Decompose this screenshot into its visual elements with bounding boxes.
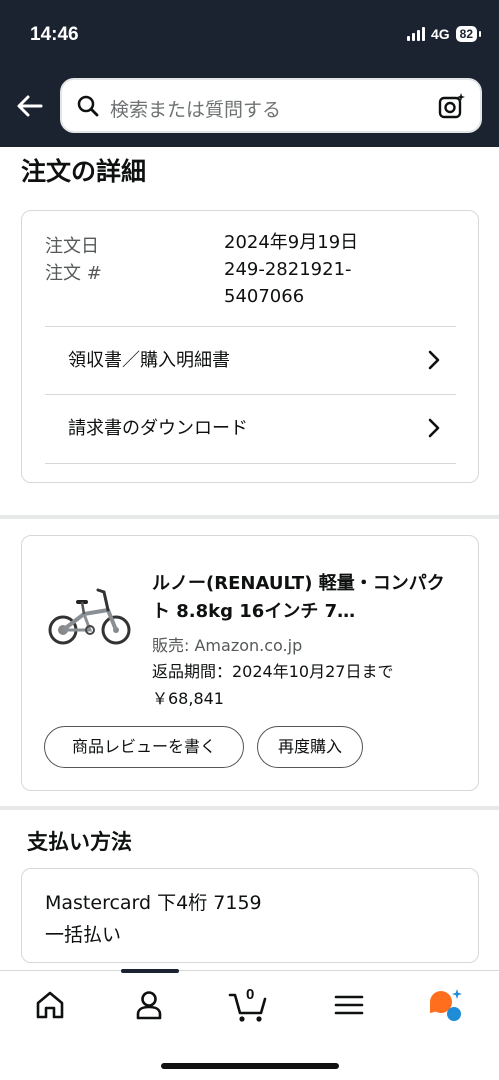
order-number-line1: 249-2821921- (224, 259, 352, 280)
active-tab-indicator (121, 969, 179, 973)
account-icon[interactable] (131, 987, 167, 1023)
receipt-link-label: 領収書／購入明細書 (68, 350, 230, 371)
order-date-label: 注文日 (45, 236, 99, 257)
network-type: 4G (430, 26, 450, 42)
search-input[interactable]: 検索または質問する (110, 95, 281, 122)
home-indicator (161, 1063, 339, 1069)
camera-search-icon[interactable] (438, 92, 466, 120)
order-summary-card: 注文日 2024年9月19日 注文 # 249-2821921- 5407066… (21, 210, 479, 483)
receipt-link[interactable]: 領収書／購入明細書 (45, 326, 456, 393)
status-bar: 14:46 4G 82 (0, 24, 499, 50)
payment-plan: 一括払い (45, 924, 122, 946)
write-review-button[interactable]: 商品レビューを書く (44, 726, 244, 768)
payment-method-card: Mastercard 下4桁 7159 一括払い (21, 868, 479, 963)
product-seller: 販売: Amazon.co.jp (152, 636, 303, 655)
section-divider (0, 806, 499, 810)
chevron-right-icon (428, 350, 440, 370)
product-title[interactable]: ルノー(RENAULT) 軽量・コンパクト 8.8kg 16インチ 7… (152, 570, 460, 626)
rufus-icon[interactable] (428, 987, 464, 1023)
page-title: 注文の詳細 (21, 157, 147, 186)
section-divider (0, 515, 499, 519)
order-date-value: 2024年9月19日 (224, 232, 359, 253)
product-price: ￥68,841 (152, 689, 224, 708)
chevron-right-icon (428, 418, 440, 438)
home-icon[interactable] (32, 987, 68, 1023)
order-number-label: 注文 # (45, 263, 102, 284)
invoice-download-link[interactable]: 請求書のダウンロード (45, 394, 456, 461)
search-icon (77, 95, 99, 117)
divider (45, 463, 456, 464)
bottom-navigation: 0 (0, 969, 499, 1080)
return-period: 返品期間：2024年10月27日まで (152, 662, 394, 681)
status-time: 14:46 (30, 24, 79, 45)
search-bar[interactable]: 検索または質問する (60, 78, 482, 133)
cart-button[interactable]: 0 (228, 985, 270, 1025)
back-arrow-icon[interactable] (14, 90, 46, 122)
signal-icon (406, 27, 425, 41)
order-number-line2: 5407066 (224, 286, 305, 307)
order-item-card: ルノー(RENAULT) 軽量・コンパクト 8.8kg 16インチ 7… 販売:… (21, 535, 479, 791)
menu-icon[interactable] (331, 987, 367, 1023)
top-header: 14:46 4G 82 検索または質問する (0, 0, 499, 147)
status-indicators: 4G 82 (406, 26, 482, 42)
product-image[interactable] (46, 580, 132, 650)
battery-icon: 82 (455, 26, 482, 42)
buy-again-button[interactable]: 再度購入 (257, 726, 363, 768)
invoice-download-label: 請求書のダウンロード (68, 418, 248, 439)
payment-card-info: Mastercard 下4桁 7159 (45, 892, 262, 914)
cart-count: 0 (246, 986, 255, 1003)
payment-section-title: 支払い方法 (27, 830, 132, 854)
